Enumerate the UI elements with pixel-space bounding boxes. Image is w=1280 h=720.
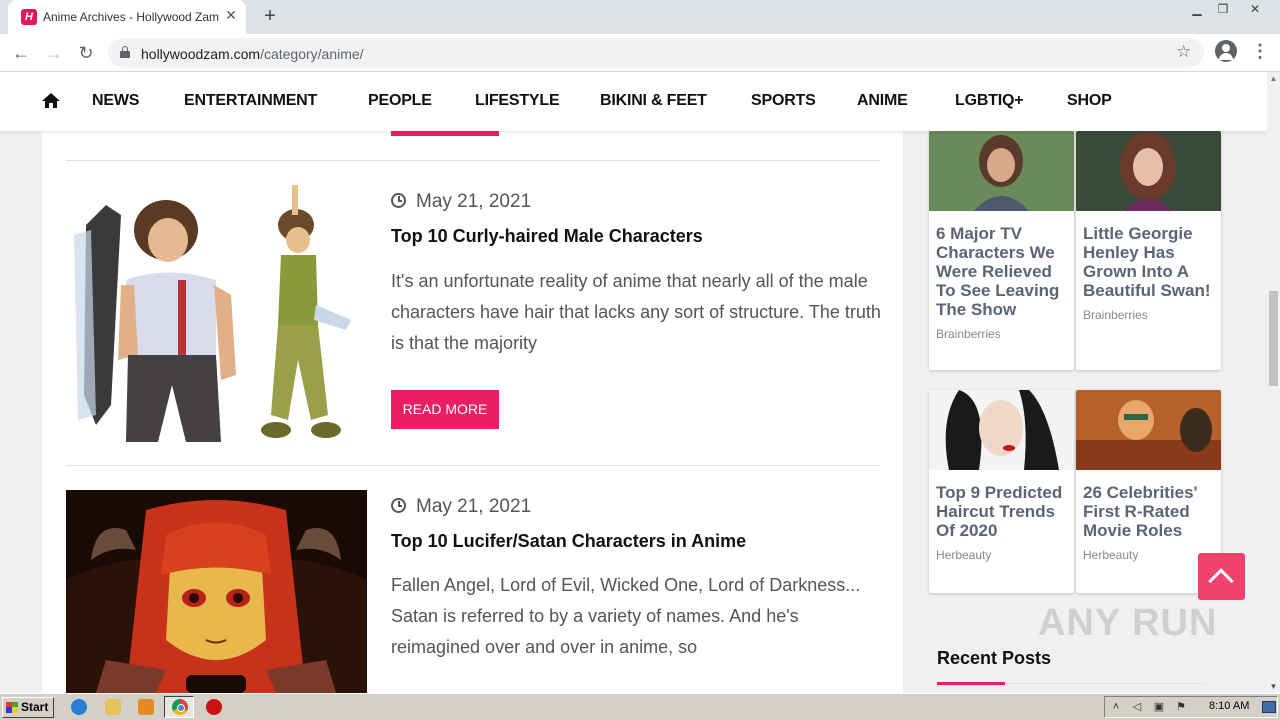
- site-navigation: NEWS ENTERTAINMENT PEOPLE LIFESTYLE BIKI…: [0, 72, 1267, 131]
- tab-title: Anime Archives - Hollywood Zam: [43, 10, 220, 24]
- post-date: May 21, 2021: [391, 191, 531, 213]
- nav-item-bikini-feet[interactable]: BIKINI & FEET: [600, 92, 707, 110]
- ad-title[interactable]: 26 Celebrities' First R-Rated Movie Role…: [1076, 475, 1221, 540]
- browser-toolbar: ← → ↻ hollywoodzam.com/category/anime/ ☆: [0, 34, 1280, 72]
- media-player-icon[interactable]: [138, 699, 154, 715]
- recent-posts-divider: [1005, 683, 1205, 684]
- read-more-button[interactable]: READ MORE: [391, 390, 499, 429]
- ad-title[interactable]: Little Georgie Henley Has Grown Into A B…: [1076, 216, 1221, 300]
- volume-icon[interactable]: ◁: [1131, 701, 1143, 713]
- address-bar[interactable]: hollywoodzam.com/category/anime/ ☆: [108, 38, 1204, 68]
- ad-image: [1076, 131, 1221, 211]
- browser-tab-bar: H Anime Archives - Hollywood Zam ✕ + ▁ ❐…: [0, 0, 1280, 34]
- chevron-up-icon: [1208, 568, 1234, 594]
- file-explorer-icon[interactable]: [105, 699, 121, 715]
- nav-item-news[interactable]: NEWS: [92, 92, 139, 110]
- clock-icon: [391, 193, 406, 208]
- chrome-taskbar-button[interactable]: [164, 696, 194, 718]
- scroll-up-arrow-icon[interactable]: ▲: [1267, 72, 1280, 85]
- post-thumbnail-curly-haired[interactable]: [66, 185, 367, 442]
- url-domain: hollywoodzam.com: [141, 46, 261, 62]
- opera-icon[interactable]: [206, 699, 222, 715]
- post-title[interactable]: Top 10 Lucifer/Satan Characters in Anime: [391, 531, 746, 552]
- windows-logo-icon: [6, 702, 18, 713]
- post-thumbnail-lucifer[interactable]: [66, 490, 367, 693]
- tray-expand-icon[interactable]: ˄: [1110, 701, 1122, 713]
- ad-source: Herbeauty: [936, 548, 992, 562]
- ad-card[interactable]: Little Georgie Henley Has Grown Into A B…: [1076, 131, 1221, 370]
- post-date-text: May 21, 2021: [416, 191, 532, 212]
- post-title[interactable]: Top 10 Curly-haired Male Characters: [391, 226, 703, 247]
- ad-title[interactable]: 6 Major TV Characters We Were Relieved T…: [929, 216, 1074, 319]
- nav-item-lifestyle[interactable]: LIFESTYLE: [475, 92, 560, 110]
- windows-taskbar: Start ˄ ◁ ▣ ⚑ 8:10 AM: [0, 693, 1280, 720]
- post-divider: [66, 160, 880, 161]
- recent-posts-heading: Recent Posts: [937, 648, 1052, 668]
- anyrun-watermark: ANY RUN: [1038, 602, 1218, 644]
- browser-tab[interactable]: H Anime Archives - Hollywood Zam ✕: [8, 0, 246, 34]
- lock-icon[interactable]: [120, 46, 130, 58]
- ad-title[interactable]: Top 9 Predicted Haircut Trends Of 2020: [929, 475, 1074, 540]
- url-text[interactable]: hollywoodzam.com/category/anime/: [141, 46, 364, 62]
- bookmark-star-icon[interactable]: ☆: [1176, 42, 1191, 62]
- ad-image: [1076, 390, 1221, 470]
- reload-icon[interactable]: ↻: [74, 41, 98, 65]
- browser-menu-icon[interactable]: ⋮: [1251, 40, 1269, 62]
- nav-item-people[interactable]: PEOPLE: [368, 92, 432, 110]
- account-icon[interactable]: [1215, 40, 1237, 62]
- post-divider: [66, 465, 880, 466]
- post-excerpt: It's an unfortunate reality of anime tha…: [391, 271, 881, 353]
- network-icon[interactable]: ▣: [1153, 701, 1165, 713]
- nav-item-anime[interactable]: ANIME: [857, 92, 908, 110]
- post-date: May 21, 2021: [391, 496, 531, 518]
- start-button[interactable]: Start: [2, 697, 54, 718]
- nav-item-shop[interactable]: SHOP: [1067, 92, 1112, 110]
- start-label: Start: [21, 700, 49, 714]
- taskbar-clock[interactable]: 8:10 AM: [1209, 700, 1249, 712]
- forward-arrow-icon[interactable]: →: [42, 41, 66, 65]
- ad-card[interactable]: 6 Major TV Characters We Were Relieved T…: [929, 131, 1074, 370]
- ad-image: [929, 390, 1074, 470]
- ad-source: Brainberries: [936, 327, 1001, 341]
- nav-item-sports[interactable]: SPORTS: [751, 92, 816, 110]
- ad-card[interactable]: Top 9 Predicted Haircut Trends Of 2020 H…: [929, 390, 1074, 593]
- main-content: May 21, 2021 Top 10 Curly-haired Male Ch…: [42, 72, 903, 693]
- internet-explorer-icon[interactable]: [71, 699, 87, 715]
- flag-icon[interactable]: ⚑: [1175, 701, 1187, 713]
- recent-posts-accent-line: [937, 682, 1005, 685]
- back-to-top-button[interactable]: [1198, 553, 1245, 600]
- tab-close-icon[interactable]: ✕: [223, 7, 239, 23]
- post-excerpt: Fallen Angel, Lord of Evil, Wicked One, …: [391, 575, 861, 657]
- ad-image: [929, 131, 1074, 211]
- url-path: /category/anime/: [260, 46, 364, 62]
- chrome-icon: [172, 699, 188, 715]
- nav-item-lgbtiq[interactable]: LGBTIQ+: [955, 92, 1024, 110]
- site-favicon-icon: H: [21, 9, 37, 25]
- system-tray: ˄ ◁ ▣ ⚑ 8:10 AM: [1104, 696, 1278, 718]
- page-viewport: May 21, 2021 Top 10 Curly-haired Male Ch…: [0, 72, 1267, 693]
- window-minimize-icon[interactable]: ▁: [1184, 0, 1210, 18]
- ad-source: Brainberries: [1083, 308, 1148, 322]
- clock-icon: [391, 498, 406, 513]
- new-tab-icon[interactable]: +: [259, 5, 281, 27]
- nav-item-entertainment[interactable]: ENTERTAINMENT: [184, 92, 317, 110]
- page-scrollbar[interactable]: ▲ ▼: [1267, 72, 1280, 693]
- read-more-button-partial[interactable]: [391, 131, 499, 136]
- show-desktop-icon[interactable]: [1262, 701, 1276, 713]
- sidebar-ads: 6 Major TV Characters We Were Relieved T…: [913, 72, 1241, 693]
- window-close-icon[interactable]: ✕: [1240, 0, 1270, 18]
- back-arrow-icon[interactable]: ←: [9, 41, 33, 65]
- home-icon[interactable]: [42, 93, 60, 109]
- scroll-down-arrow-icon[interactable]: ▼: [1267, 680, 1280, 693]
- window-restore-icon[interactable]: ❐: [1210, 0, 1236, 18]
- post-date-text: May 21, 2021: [416, 496, 532, 517]
- scroll-thumb[interactable]: [1269, 291, 1278, 386]
